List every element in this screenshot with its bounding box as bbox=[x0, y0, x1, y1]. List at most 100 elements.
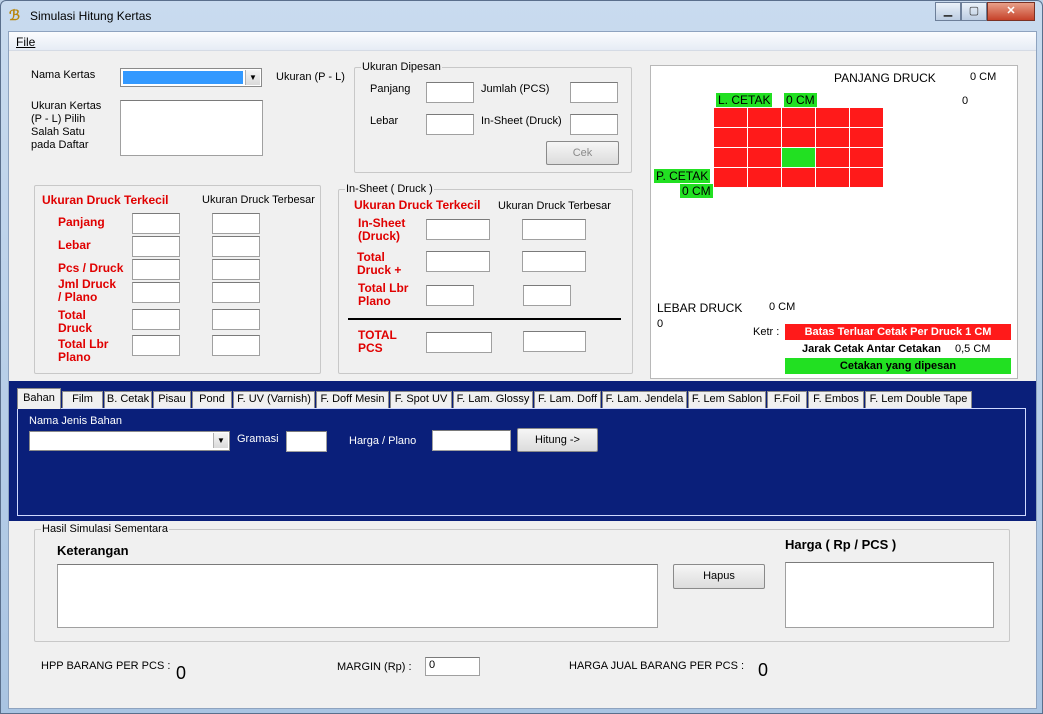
tab-page-bahan: Nama Jenis Bahan ▼ Gramasi Harga / Plano… bbox=[17, 408, 1026, 516]
tab-f-spot-uv[interactable]: F. Spot UV bbox=[390, 391, 452, 408]
chevron-down-icon[interactable]: ▼ bbox=[213, 433, 228, 448]
menu-bar: File bbox=[9, 32, 1036, 51]
ketr-label: Ketr : bbox=[753, 326, 780, 338]
total-druck-min[interactable] bbox=[132, 309, 180, 330]
tab-f-lem-sablon[interactable]: F. Lem Sablon bbox=[688, 391, 766, 408]
dipesan-lebar-input[interactable] bbox=[426, 114, 474, 135]
cetak-cell bbox=[714, 168, 747, 187]
selection-highlight bbox=[123, 71, 243, 84]
druck-panjang-max[interactable] bbox=[212, 213, 260, 234]
jml-druck-max[interactable] bbox=[212, 282, 260, 303]
margin-input[interactable]: 0 bbox=[425, 657, 480, 676]
tab-bahan[interactable]: Bahan bbox=[17, 388, 61, 409]
nama-kertas-select[interactable]: ▼ bbox=[120, 68, 262, 87]
harga-plano-input[interactable] bbox=[432, 430, 511, 451]
cetak-cell bbox=[850, 168, 883, 187]
in-sheet-druck-input[interactable] bbox=[570, 114, 618, 135]
druck-panjang-min[interactable] bbox=[132, 213, 180, 234]
in-sheet-title: In-Sheet ( Druck ) bbox=[345, 183, 434, 195]
in-sheet-max[interactable] bbox=[522, 219, 586, 240]
lebar-druck-label: LEBAR DRUCK bbox=[657, 301, 743, 315]
minimize-button[interactable]: ▁ bbox=[935, 2, 961, 21]
top-right-zero: 0 bbox=[962, 95, 969, 107]
keterangan-textarea[interactable] bbox=[57, 564, 658, 628]
tab-f-uv-varnish[interactable]: F. UV (Varnish) bbox=[233, 391, 315, 408]
total-lbr-min[interactable] bbox=[132, 335, 180, 356]
app-window: ℬ Simulasi Hitung Kertas ▁ ▢ ✕ File Nama… bbox=[0, 0, 1043, 714]
chevron-down-icon[interactable]: ▼ bbox=[245, 70, 260, 85]
maximize-button[interactable]: ▢ bbox=[961, 2, 987, 21]
cetak-cell bbox=[748, 128, 781, 147]
tab-b-cetak[interactable]: B. Cetak bbox=[104, 391, 152, 408]
druck-diagram: PANJANG DRUCK 0 CM 0 L. CETAK 0 CM P. CE… bbox=[650, 65, 1018, 379]
l-cetak-tag: L. CETAK bbox=[716, 93, 773, 107]
p-cetak-value: 0 CM bbox=[680, 184, 713, 198]
tab-f-embos[interactable]: F. Embos bbox=[808, 391, 864, 408]
close-button[interactable]: ✕ bbox=[987, 2, 1035, 21]
tab-f-lam-glossy[interactable]: F. Lam. Glossy bbox=[453, 391, 533, 408]
total-pcs-label-2: PCS bbox=[358, 341, 383, 355]
window-title: Simulasi Hitung Kertas bbox=[30, 9, 152, 23]
in-sheet-label-2: (Druck) bbox=[358, 229, 401, 243]
tab-pond[interactable]: Pond bbox=[192, 391, 232, 408]
insheet-total-druck-min[interactable] bbox=[426, 251, 490, 272]
menu-file[interactable]: File bbox=[16, 35, 35, 49]
panjang-druck-value: 0 CM bbox=[970, 71, 997, 83]
margin-label: MARGIN (Rp) : bbox=[337, 661, 412, 673]
druck-terbesar-heading: Ukuran Druck Terbesar bbox=[202, 194, 315, 206]
hitung-button[interactable]: Hitung -> bbox=[517, 428, 598, 452]
cetak-cell bbox=[850, 148, 883, 167]
tab-f-foil[interactable]: F.Foil bbox=[767, 391, 807, 408]
total-pcs-max[interactable] bbox=[523, 331, 586, 352]
hasil-simulasi-title: Hasil Simulasi Sementara bbox=[41, 523, 169, 535]
insheet-total-lbr-min[interactable] bbox=[426, 285, 474, 306]
harga-rp-pcs-label: Harga ( Rp / PCS ) bbox=[785, 537, 897, 552]
hapus-button[interactable]: Hapus bbox=[673, 564, 765, 589]
total-druck-max[interactable] bbox=[212, 309, 260, 330]
cetak-cell bbox=[782, 168, 815, 187]
total-pcs-min[interactable] bbox=[426, 332, 492, 353]
pcs-druck-min[interactable] bbox=[132, 259, 180, 280]
gramasi-label: Gramasi bbox=[237, 433, 279, 445]
jumlah-pcs-input[interactable] bbox=[570, 82, 618, 103]
gramasi-input[interactable] bbox=[286, 431, 327, 452]
tab-film[interactable]: Film bbox=[62, 391, 103, 408]
harga-rp-pcs-box[interactable] bbox=[785, 562, 994, 628]
tab-f-lam-jendela[interactable]: F. Lam. Jendela bbox=[602, 391, 687, 408]
in-sheet-min[interactable] bbox=[426, 219, 490, 240]
tab-panel: Bahan Film B. Cetak Pisau Pond F. UV (Varnish… bbox=[9, 381, 1036, 521]
nama-kertas-label: Nama Kertas bbox=[31, 69, 96, 81]
panjang-druck-label: PANJANG DRUCK bbox=[834, 71, 936, 85]
cetak-cell bbox=[748, 168, 781, 187]
dipesan-panjang-input[interactable] bbox=[426, 82, 474, 103]
nama-jenis-bahan-select[interactable]: ▼ bbox=[29, 431, 230, 451]
jml-druck-min[interactable] bbox=[132, 282, 180, 303]
tab-f-doff-mesin[interactable]: F. Doff Mesin bbox=[316, 391, 389, 408]
title-bar[interactable]: ℬ Simulasi Hitung Kertas ▁ ▢ ✕ bbox=[1, 1, 1042, 31]
druck-lebar-max[interactable] bbox=[212, 236, 260, 257]
total-lbr-max[interactable] bbox=[212, 335, 260, 356]
insheet-total-lbr-max[interactable] bbox=[523, 285, 571, 306]
legend-green: Cetakan yang dipesan bbox=[785, 358, 1011, 374]
ukuran-kertas-help-3: Salah Satu bbox=[31, 126, 85, 138]
hpp-value: 0 bbox=[176, 663, 187, 683]
insheet-terbesar-heading: Ukuran Druck Terbesar bbox=[498, 200, 611, 212]
tab-f-lem-double-tape[interactable]: F. Lem Double Tape bbox=[865, 391, 972, 408]
insheet-total-lbr-2: Plano bbox=[358, 294, 391, 308]
lebar-druck-value: 0 CM bbox=[769, 301, 796, 313]
dipesan-lebar-label: Lebar bbox=[370, 115, 399, 127]
druck-terkecil-heading: Ukuran Druck Terkecil bbox=[42, 193, 169, 207]
dipesan-panjang-label: Panjang bbox=[370, 83, 411, 95]
bottom-left-zero: 0 bbox=[657, 318, 664, 330]
cetak-cell bbox=[748, 108, 781, 127]
divider bbox=[348, 318, 621, 320]
cetak-cell bbox=[714, 148, 747, 167]
cek-button[interactable]: Cek bbox=[546, 141, 619, 165]
druck-lebar-min[interactable] bbox=[132, 236, 180, 257]
tab-pisau[interactable]: Pisau bbox=[153, 391, 191, 408]
pcs-druck-max[interactable] bbox=[212, 259, 260, 280]
ukuran-kertas-list[interactable] bbox=[120, 100, 263, 156]
harga-jual-value: 0 bbox=[758, 660, 769, 680]
insheet-total-druck-max[interactable] bbox=[522, 251, 586, 272]
tab-f-lam-doff[interactable]: F. Lam. Doff bbox=[534, 391, 601, 408]
